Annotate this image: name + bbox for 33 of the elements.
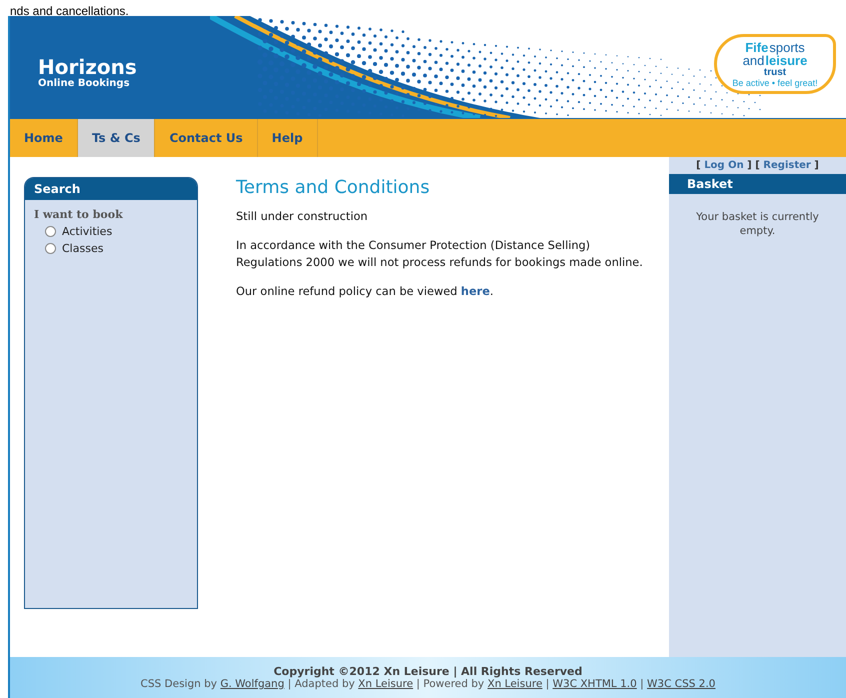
copyright-text: Copyright ©2012 Xn Leisure | All Rights Reserved <box>274 665 582 678</box>
basket-title: Basket <box>669 174 846 194</box>
link[interactable]: Xn Leisure <box>488 678 542 690</box>
logo-text: and <box>742 54 764 67</box>
paragraph: Our online refund policy can be viewed here. <box>236 284 494 300</box>
logo-text: trust <box>764 67 786 78</box>
paragraph: In accordance with the Consumer Protection (Distance Selling) Regulations 2000 we will not process refunds for bookings made online. <box>236 238 644 271</box>
radio-label[interactable]: Classes <box>62 242 104 255</box>
radio-button[interactable] <box>45 226 56 237</box>
credits-text: CSS Design by G. Wolfgang | Adapted by Xn Leisure | Powered by Xn Leisure | W3C XHTML 1.0 | W3C CSS 2.0 <box>140 678 716 690</box>
paragraph: Still under construction <box>236 209 369 225</box>
logo-text: leisure <box>765 54 808 67</box>
search-panel-title: Search <box>25 178 197 200</box>
link[interactable]: Log On <box>704 160 744 171</box>
radio-label[interactable]: Activities <box>62 225 112 238</box>
radio-button[interactable] <box>45 243 56 254</box>
link[interactable]: W3C CSS 2.0 <box>647 678 716 690</box>
page-heading-fragment: nds and cancellations. <box>10 4 129 19</box>
booking-prompt: I want to book <box>34 208 124 221</box>
site-title: Horizons <box>38 56 138 78</box>
logo-tagline: Be active • feel great! <box>732 78 818 89</box>
logo-text: Fife <box>745 41 768 54</box>
link[interactable]: here <box>460 285 490 298</box>
site-subtitle: Online Bookings <box>38 78 131 90</box>
nav-tab[interactable]: Ts & Cs <box>78 119 156 157</box>
page-heading: Terms and Conditions <box>236 177 431 198</box>
link[interactable]: G. Wolfgang <box>220 678 284 690</box>
link[interactable]: Xn Leisure <box>358 678 414 690</box>
link[interactable]: W3C XHTML 1.0 <box>552 678 637 690</box>
link[interactable]: Register <box>763 160 811 171</box>
basket-message: Your basket is currently empty. <box>695 210 820 239</box>
account-links: [ Log On ] [ Register ] <box>695 159 820 173</box>
logo-text: sports <box>769 41 805 54</box>
